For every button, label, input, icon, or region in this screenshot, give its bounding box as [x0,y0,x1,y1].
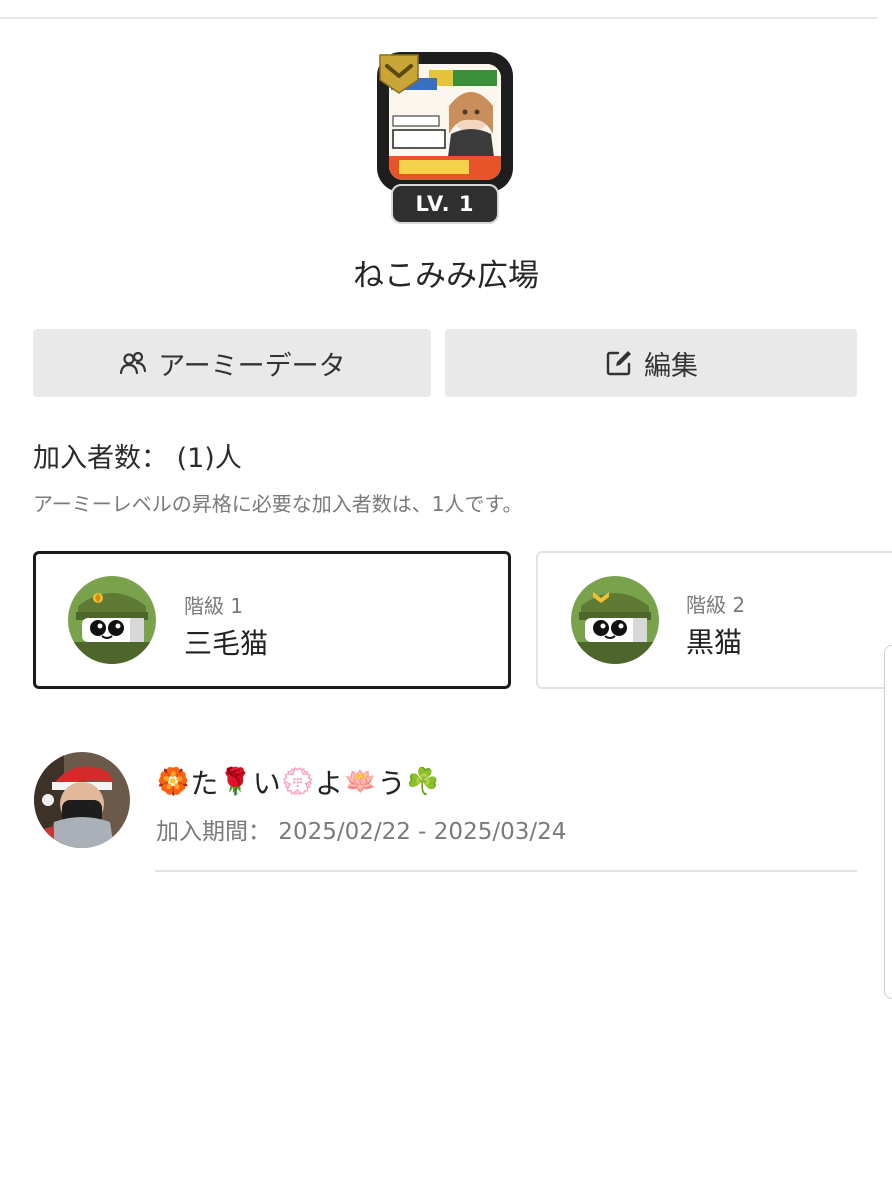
name-part: 🏵️ [157,767,190,797]
cat-soldier-icon [68,576,156,664]
name-part: た [190,767,219,800]
people-icon [120,351,147,375]
name-part: い [252,767,281,800]
name-part: 💮 [281,767,315,797]
rank-card-2[interactable]: 階級 2 黒猫 [536,551,892,689]
list-divider [155,870,857,872]
member-list-item[interactable]: 🏵️ た 🌹 い 💮 よ 🪷 う ☘️ 加入期間： 2025/02/22 - 2… [0,745,892,875]
chevron-rank-icon [379,54,419,94]
name-part: よ [315,767,344,800]
rank-card-1[interactable]: 階級 1 三毛猫 [33,551,511,689]
member-name: 🏵️ た 🌹 い 💮 よ 🪷 う ☘️ [156,762,440,802]
army-avatar[interactable]: LV. 1 [377,52,513,228]
member-count: 加入者数： (1)人 [33,443,242,474]
edit-label: 編集 [644,350,698,382]
member-period: 加入期間： 2025/02/22 - 2025/03/24 [156,819,567,845]
member-requirement-note: アーミーレベルの昇格に必要な加入者数は、1人です。 [33,492,523,516]
rank-level: 階級 2 [686,593,746,617]
edit-button[interactable]: 編集 [445,329,857,397]
rank-level: 階級 1 [184,594,244,618]
army-data-label: アーミーデータ [158,350,346,382]
member-avatar [34,752,130,848]
edit-icon [606,351,631,376]
top-divider [0,17,878,19]
rank-name: 黒猫 [686,626,743,659]
name-part: 🌹 [219,767,252,797]
army-data-button[interactable]: アーミーデータ [33,329,431,397]
army-name: ねこみみ広場 [353,258,539,294]
name-part: ☘️ [406,767,439,797]
level-badge: LV. 1 [391,184,499,224]
name-part: う [377,767,406,800]
name-part: 🪷 [344,767,377,797]
rank-name: 三毛猫 [184,627,269,660]
cat-soldier-icon [571,576,659,664]
